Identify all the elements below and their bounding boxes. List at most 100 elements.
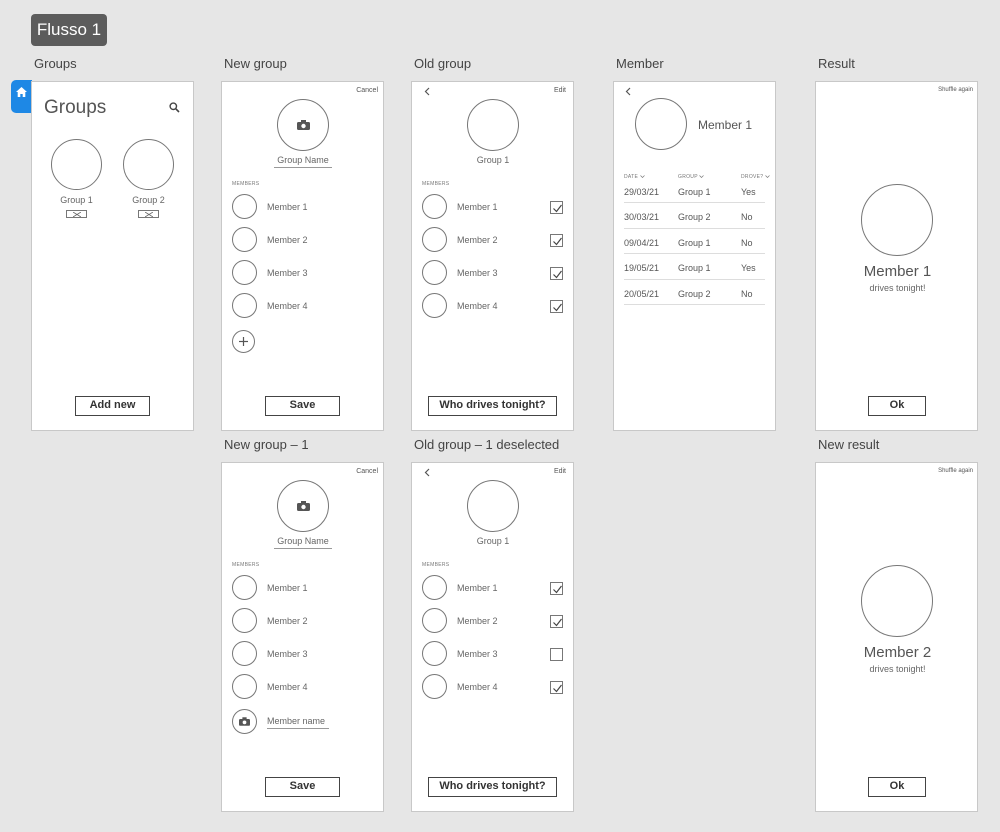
frame-old-group-deselected: Edit Group 1 MEMBERS Member 1 Member 2 M… bbox=[411, 462, 574, 812]
group-photo-button[interactable] bbox=[277, 99, 329, 151]
cancel-link[interactable]: Cancel bbox=[356, 468, 378, 475]
member-name: Member 3 bbox=[267, 649, 308, 659]
back-chevron-left-icon[interactable] bbox=[424, 468, 430, 477]
cell-date: 29/03/21 bbox=[624, 187, 660, 197]
frame-new-result: Shuffle again Member 2 drives tonight! O… bbox=[815, 462, 978, 812]
column-drove-label: DROVE? bbox=[741, 174, 764, 180]
member-avatar bbox=[232, 227, 257, 252]
frame-label-groups: Groups bbox=[34, 56, 77, 71]
group-1-avatar[interactable] bbox=[51, 139, 102, 190]
frame-label-old-group-deselected: Old group – 1 deselected bbox=[414, 437, 560, 452]
member-2-checkbox[interactable] bbox=[550, 615, 563, 628]
winner-avatar bbox=[861, 184, 933, 256]
winner-subtitle: drives tonight! bbox=[869, 664, 926, 674]
member-name: Member 4 bbox=[267, 682, 308, 692]
member-name: Member 2 bbox=[457, 616, 498, 626]
group-2-label: Group 2 bbox=[132, 195, 165, 205]
member-avatar bbox=[232, 674, 257, 699]
member-4-checkbox[interactable] bbox=[550, 300, 563, 313]
member-3-checkbox[interactable] bbox=[550, 267, 563, 280]
group-name-input[interactable]: Group Name bbox=[274, 155, 332, 165]
cell-drove: Yes bbox=[741, 187, 756, 197]
shuffle-again-link[interactable]: Shuffle again bbox=[938, 468, 973, 474]
frame-member: Member 1 DATE GROUP DROVE? 29/03/21 Grou… bbox=[613, 81, 776, 431]
save-button[interactable]: Save bbox=[265, 777, 340, 797]
camera-icon bbox=[297, 120, 310, 130]
frame-old-group: Edit Group 1 MEMBERS Member 1 Member 2 M… bbox=[411, 81, 574, 431]
member-avatar bbox=[422, 227, 447, 252]
group-name-underline bbox=[274, 548, 332, 549]
member-4-checkbox[interactable] bbox=[550, 681, 563, 694]
who-drives-tonight-button[interactable]: Who drives tonight? bbox=[428, 396, 557, 416]
shuffle-again-link[interactable]: Shuffle again bbox=[938, 87, 973, 93]
who-drives-tonight-button[interactable]: Who drives tonight? bbox=[428, 777, 557, 797]
frame-result: Shuffle again Member 1 drives tonight! O… bbox=[815, 81, 978, 431]
members-header: MEMBERS bbox=[422, 562, 450, 568]
cell-date: 20/05/21 bbox=[624, 289, 660, 299]
back-chevron-left-icon[interactable] bbox=[424, 87, 430, 96]
members-header: MEMBERS bbox=[422, 181, 450, 187]
frame-label-result: Result bbox=[818, 56, 855, 71]
group-2-edit-button[interactable] bbox=[138, 210, 159, 218]
column-drove[interactable]: DROVE? bbox=[741, 174, 770, 180]
group-name: Group 1 bbox=[476, 536, 510, 546]
winner-name: Member 2 bbox=[863, 644, 932, 661]
edit-link[interactable]: Edit bbox=[554, 468, 566, 475]
check-icon bbox=[553, 303, 562, 312]
member-avatar bbox=[422, 674, 447, 699]
member-name: Member 2 bbox=[267, 235, 308, 245]
search-icon[interactable] bbox=[169, 102, 180, 113]
column-date[interactable]: DATE bbox=[624, 174, 645, 180]
member-name: Member 2 bbox=[267, 616, 308, 626]
member-1-checkbox[interactable] bbox=[550, 201, 563, 214]
group-1-edit-button[interactable] bbox=[66, 210, 87, 218]
add-member-button[interactable] bbox=[232, 330, 255, 353]
row-divider bbox=[624, 202, 765, 203]
chevron-down-icon bbox=[765, 175, 770, 178]
row-divider bbox=[624, 304, 765, 305]
frame-label-old-group: Old group bbox=[414, 56, 472, 71]
member-name: Member 2 bbox=[457, 235, 498, 245]
check-icon bbox=[553, 270, 562, 279]
column-group-label: GROUP bbox=[678, 174, 698, 180]
member-avatar bbox=[232, 575, 257, 600]
member-3-checkbox-unchecked[interactable] bbox=[550, 648, 563, 661]
member-name-underline bbox=[267, 728, 329, 729]
winner-name: Member 1 bbox=[863, 263, 932, 280]
back-chevron-left-icon[interactable] bbox=[625, 87, 631, 96]
member-avatar bbox=[422, 260, 447, 285]
group-name-input[interactable]: Group Name bbox=[274, 536, 332, 546]
cell-date: 30/03/21 bbox=[624, 212, 660, 222]
edit-link[interactable]: Edit bbox=[554, 87, 566, 94]
member-avatar bbox=[232, 194, 257, 219]
member-2-checkbox[interactable] bbox=[550, 234, 563, 247]
cell-drove: No bbox=[741, 238, 753, 248]
row-divider bbox=[624, 279, 765, 280]
plus-icon bbox=[239, 337, 248, 346]
member-name: Member 1 bbox=[267, 583, 308, 593]
camera-icon bbox=[239, 717, 250, 726]
save-button[interactable]: Save bbox=[265, 396, 340, 416]
member-name: Member 3 bbox=[267, 268, 308, 278]
winner-subtitle: drives tonight! bbox=[869, 283, 926, 293]
edit-icon bbox=[145, 212, 153, 217]
group-photo-button[interactable] bbox=[277, 480, 329, 532]
member-name-input[interactable]: Member name bbox=[267, 716, 325, 726]
member-name-title: Member 1 bbox=[698, 118, 753, 132]
column-group[interactable]: GROUP bbox=[678, 174, 705, 180]
frame-new-group-1: Cancel Group Name MEMBERS Member 1 Membe… bbox=[221, 462, 384, 812]
member-1-checkbox[interactable] bbox=[550, 582, 563, 595]
cell-date: 09/04/21 bbox=[624, 238, 660, 248]
ok-button[interactable]: Ok bbox=[868, 777, 926, 797]
cell-drove: Yes bbox=[741, 263, 756, 273]
group-2-avatar[interactable] bbox=[123, 139, 174, 190]
row-divider bbox=[624, 228, 765, 229]
new-member-photo-button[interactable] bbox=[232, 709, 257, 734]
cancel-link[interactable]: Cancel bbox=[356, 87, 378, 94]
add-new-button[interactable]: Add new bbox=[75, 396, 150, 416]
ok-button[interactable]: Ok bbox=[868, 396, 926, 416]
cell-group: Group 1 bbox=[678, 263, 711, 273]
home-tab[interactable] bbox=[11, 80, 32, 113]
member-name: Member 1 bbox=[457, 583, 498, 593]
frame-new-group: Cancel Group Name MEMBERS Member 1 Membe… bbox=[221, 81, 384, 431]
